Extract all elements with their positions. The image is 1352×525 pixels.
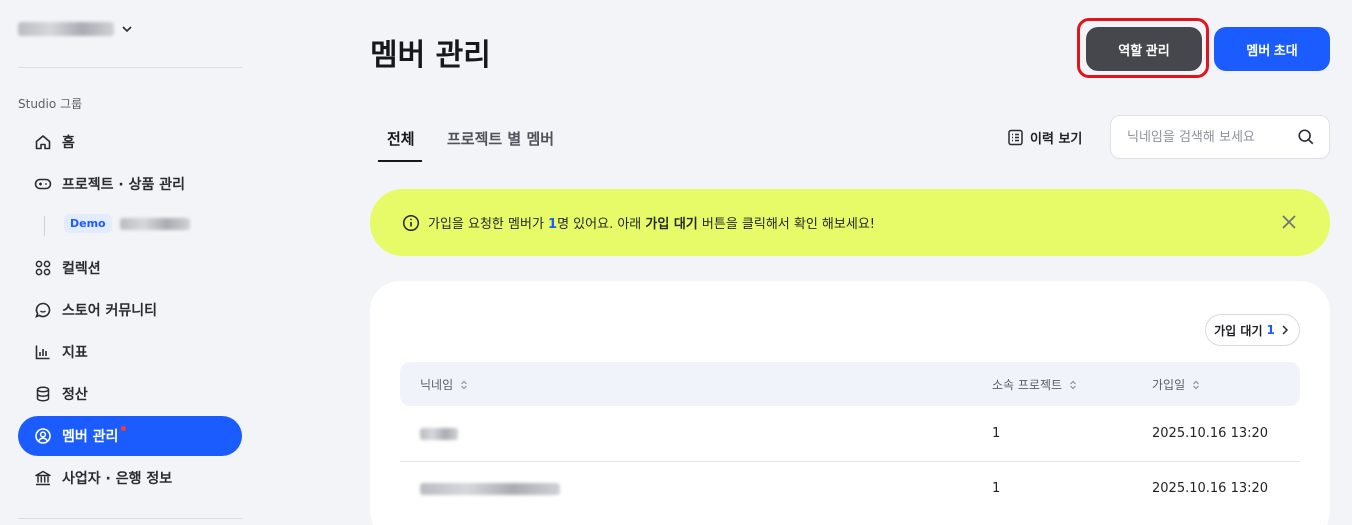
- sidebar-item-label: 정산: [62, 387, 88, 403]
- sidebar-item-label: 스토어 커뮤니티: [62, 303, 158, 319]
- sidebar-item-home[interactable]: 홈: [18, 122, 242, 162]
- column-header-projects[interactable]: 소속 프로젝트: [992, 376, 1078, 393]
- sidebar-item-members[interactable]: 멤버 관리: [18, 416, 242, 456]
- sidebar-item-metrics[interactable]: 지표: [18, 332, 242, 372]
- role-manage-button[interactable]: 역할 관리: [1086, 27, 1202, 71]
- sidebar-item-projects[interactable]: 프로젝트 · 상품 관리: [18, 164, 242, 204]
- sidebar-item-business[interactable]: 사업자 · 은행 정보: [18, 458, 242, 498]
- sidebar: Studio 그룹 홈 프로젝트 · 상품 관리 Demo 컬렉션 스토어 커뮤…: [0, 0, 260, 525]
- joined-cell: 2025.10.16 13:20: [1152, 481, 1269, 496]
- project-name-redacted: [119, 217, 190, 230]
- divider: [18, 518, 242, 519]
- notification-dot: [121, 425, 127, 431]
- pending-button[interactable]: 가입 대기 1: [1205, 314, 1300, 346]
- group-label: Studio 그룹: [18, 97, 83, 111]
- banner-text: 가입을 요청한 멤버가 1명 있어요. 아래 가입 대기 버튼을 클릭해서 확인…: [428, 217, 875, 232]
- bank-icon: [35, 470, 51, 486]
- invite-member-button[interactable]: 멤버 초대: [1214, 27, 1330, 71]
- sidebar-item-label: 홈: [62, 135, 75, 151]
- chat-icon: [35, 302, 51, 318]
- nickname-redacted: [420, 428, 458, 440]
- sidebar-subitem-demo[interactable]: Demo: [64, 214, 190, 233]
- close-icon[interactable]: [1280, 213, 1298, 231]
- user-circle-icon: [35, 428, 51, 444]
- grid-icon: [35, 260, 51, 276]
- tree-line: [44, 216, 45, 236]
- sidebar-item-collection[interactable]: 컬렉션: [18, 248, 242, 288]
- sort-icon: [1070, 380, 1076, 389]
- column-header-joined[interactable]: 가입일: [1152, 376, 1201, 393]
- chevron-right-icon: [1282, 325, 1288, 335]
- sidebar-item-label: 컬렉션: [62, 261, 101, 277]
- demo-badge: Demo: [64, 214, 112, 233]
- sidebar-item-community[interactable]: 스토어 커뮤니티: [18, 290, 242, 330]
- info-icon: [402, 214, 420, 231]
- search-icon[interactable]: [1297, 127, 1315, 147]
- sidebar-item-label: 프로젝트 · 상품 관리: [62, 177, 185, 193]
- list-icon: [1008, 129, 1023, 146]
- nickname-redacted: [420, 483, 560, 495]
- search-box: [1110, 115, 1330, 159]
- home-icon: [35, 135, 51, 150]
- sort-icon: [1193, 380, 1200, 389]
- page-title: 멤버 관리: [370, 38, 491, 73]
- pending-label: 가입 대기: [1214, 323, 1263, 338]
- sort-icon: [461, 380, 468, 389]
- workspace-switcher[interactable]: [18, 22, 134, 36]
- joined-cell: 2025.10.16 13:20: [1152, 426, 1269, 441]
- active-tab-indicator: [378, 160, 422, 162]
- column-header-nickname[interactable]: 닉네임: [420, 376, 469, 393]
- gamepad-icon: [34, 178, 52, 190]
- tab-project-members[interactable]: 프로젝트 별 멤버: [447, 128, 554, 149]
- tab-all[interactable]: 전체: [387, 128, 415, 149]
- notice-banner: 가입을 요청한 멤버가 1명 있어요. 아래 가입 대기 버튼을 클릭해서 확인…: [370, 189, 1330, 256]
- bar-chart-icon: [35, 345, 50, 360]
- divider: [18, 67, 242, 68]
- workspace-name-redacted: [18, 22, 114, 36]
- history-button[interactable]: 이력 보기: [1007, 128, 1082, 147]
- sidebar-item-settlement[interactable]: 정산: [18, 374, 242, 414]
- history-label: 이력 보기: [1030, 132, 1083, 147]
- projects-cell: 1: [992, 481, 1001, 496]
- projects-cell: 1: [992, 426, 1001, 441]
- search-input[interactable]: [1127, 129, 1297, 145]
- sidebar-item-label: 멤버 관리: [62, 429, 119, 445]
- database-icon: [36, 386, 50, 402]
- pending-count: 1: [1266, 323, 1275, 337]
- sidebar-item-label: 지표: [62, 345, 88, 361]
- sidebar-item-label: 사업자 · 은행 정보: [62, 471, 173, 487]
- chevron-down-icon: [122, 26, 132, 33]
